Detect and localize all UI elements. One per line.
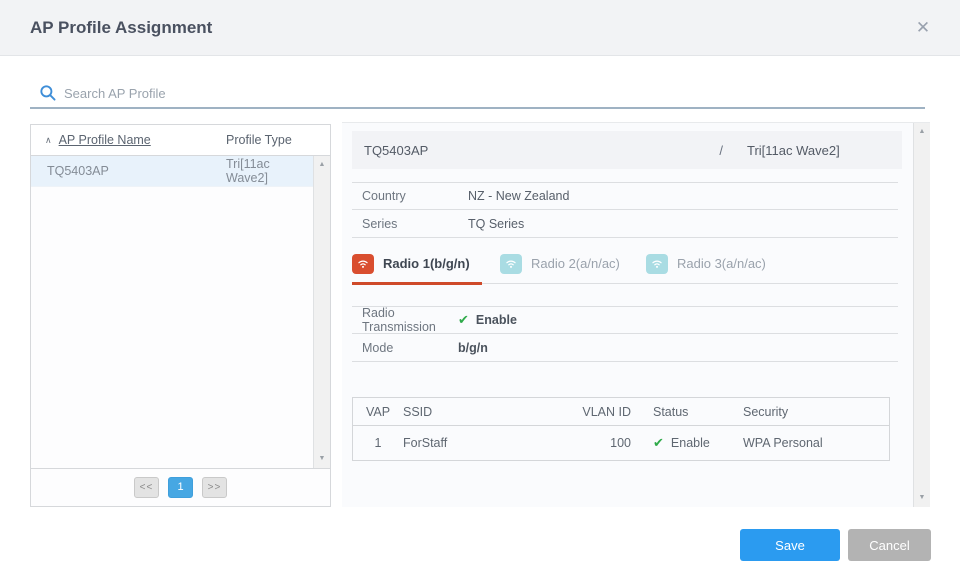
- mode-row: Mode b/g/n: [352, 334, 898, 362]
- scroll-down-icon[interactable]: ▼: [314, 452, 330, 466]
- detail-header-separator: /: [719, 143, 723, 158]
- vap-cell: 1: [353, 436, 403, 450]
- tab-radio-1[interactable]: Radio 1(b/g/n): [352, 250, 482, 283]
- pagination-next-button[interactable]: >>: [202, 477, 227, 498]
- series-label: Series: [352, 217, 468, 231]
- left-list-scrollbar[interactable]: ▲ ▼: [313, 156, 330, 468]
- scroll-up-icon[interactable]: ▲: [314, 158, 330, 172]
- tab-radio-3-label: Radio 3(a/n/ac): [677, 256, 766, 271]
- tab-radio-1-label: Radio 1(b/g/n): [383, 256, 470, 271]
- profile-list-header: ∧ AP Profile Name Profile Type: [31, 125, 330, 156]
- radio-settings-section: Radio Transmission ✔ Enable Mode b/g/n: [352, 306, 898, 362]
- pagination: << 1 >>: [31, 468, 330, 506]
- vap-table-header: VAP SSID VLAN ID Status Security: [353, 398, 889, 426]
- detail-profile-name: TQ5403AP: [364, 143, 719, 158]
- profile-type-cell: Tri[11ac Wave2]: [226, 157, 313, 185]
- ssid-column-header: SSID: [403, 405, 548, 419]
- search-icon: [39, 84, 57, 105]
- sort-ascending-icon: ∧: [45, 135, 52, 146]
- close-icon[interactable]: ✕: [908, 0, 938, 56]
- vap-table: VAP SSID VLAN ID Status Security 1 ForSt…: [352, 397, 890, 461]
- tab-radio-2-label: Radio 2(a/n/ac): [531, 256, 620, 271]
- wifi-icon: [646, 254, 668, 274]
- tab-radio-2[interactable]: Radio 2(a/n/ac): [500, 250, 646, 283]
- status-text: Enable: [671, 436, 710, 450]
- scroll-up-icon[interactable]: ▲: [914, 125, 930, 139]
- dialog-header: AP Profile Assignment ✕: [0, 0, 960, 56]
- tab-radio-3[interactable]: Radio 3(a/n/ac): [646, 250, 792, 283]
- profile-detail-panel: TQ5403AP / Tri[11ac Wave2] Country NZ - …: [342, 122, 930, 507]
- search-input[interactable]: [64, 81, 914, 105]
- radio-transmission-value: Enable: [476, 313, 517, 327]
- profile-name-cell: TQ5403AP: [47, 164, 109, 178]
- detail-header-band: TQ5403AP / Tri[11ac Wave2]: [352, 131, 902, 169]
- country-value: NZ - New Zealand: [468, 189, 569, 203]
- ssid-cell: ForStaff: [403, 436, 548, 450]
- search-bar: [30, 79, 925, 109]
- pagination-prev-button[interactable]: <<: [134, 477, 159, 498]
- radio-transmission-row: Radio Transmission ✔ Enable: [352, 306, 898, 334]
- series-value: TQ Series: [468, 217, 524, 231]
- wifi-icon: [352, 254, 374, 274]
- profile-list-body: TQ5403AP Tri[11ac Wave2] ▲ ▼: [31, 156, 330, 468]
- profile-list-panel: ∧ AP Profile Name Profile Type TQ5403AP …: [30, 124, 331, 507]
- profile-list-row-selected[interactable]: TQ5403AP Tri[11ac Wave2]: [31, 156, 313, 187]
- check-icon: ✔: [653, 435, 664, 451]
- mode-value: b/g/n: [458, 341, 488, 355]
- vlan-cell: 100: [548, 436, 643, 450]
- detail-panel-scrollbar[interactable]: ▲ ▼: [913, 123, 930, 507]
- vap-column-header: VAP: [353, 405, 403, 419]
- status-column-header: Status: [643, 405, 743, 419]
- security-cell: WPA Personal: [743, 436, 889, 450]
- country-row: Country NZ - New Zealand: [352, 182, 898, 210]
- dialog-title: AP Profile Assignment: [30, 0, 212, 56]
- country-label: Country: [352, 189, 468, 203]
- vap-table-row: 1 ForStaff 100 ✔ Enable WPA Personal: [353, 426, 889, 460]
- detail-profile-type: Tri[11ac Wave2]: [747, 143, 890, 158]
- pagination-page-1-button[interactable]: 1: [168, 477, 193, 498]
- scroll-down-icon[interactable]: ▼: [914, 491, 930, 505]
- status-cell: ✔ Enable: [643, 435, 743, 451]
- mode-label: Mode: [352, 341, 458, 355]
- column-header-profile-type: Profile Type: [226, 133, 292, 147]
- vlan-column-header: VLAN ID: [548, 405, 643, 419]
- cancel-button[interactable]: Cancel: [848, 529, 931, 561]
- detail-info-section: Country NZ - New Zealand Series TQ Serie…: [352, 182, 898, 238]
- security-column-header: Security: [743, 405, 889, 419]
- column-header-ap-profile-name[interactable]: AP Profile Name: [59, 133, 151, 147]
- radio-transmission-label: Radio Transmission: [352, 306, 458, 334]
- radio-tabs: Radio 1(b/g/n) Radio 2(a/n/ac): [352, 250, 898, 284]
- wifi-icon: [500, 254, 522, 274]
- series-row: Series TQ Series: [352, 210, 898, 238]
- save-button[interactable]: Save: [740, 529, 840, 561]
- check-icon: ✔: [458, 312, 469, 328]
